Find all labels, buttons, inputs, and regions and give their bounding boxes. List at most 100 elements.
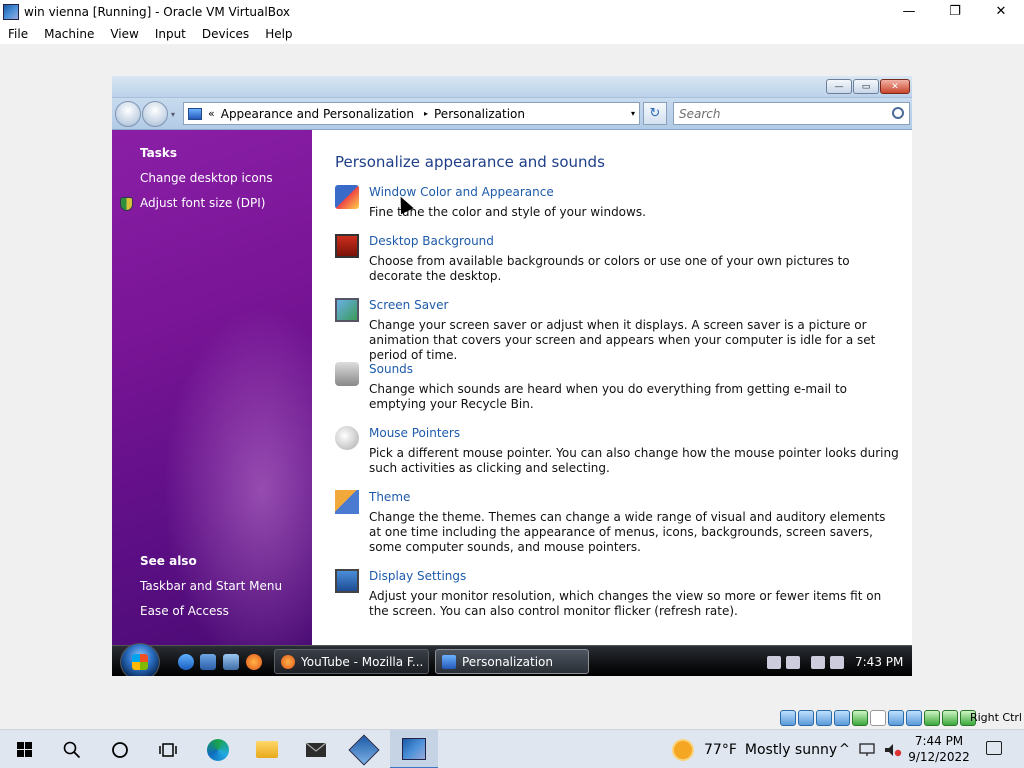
mouse-integration-status-icon[interactable] [942,710,958,726]
volume-muted-icon[interactable] [884,743,902,757]
search-icon [63,741,81,758]
menu-file[interactable]: File [0,27,36,41]
menu-help[interactable]: Help [257,27,300,41]
menu-view[interactable]: View [102,27,146,41]
adjust-font-size-link[interactable]: Adjust font size (DPI) [140,196,265,210]
internet-explorer-icon[interactable] [178,654,194,670]
safely-remove-hardware-icon[interactable] [767,655,781,669]
list-item-theme: Theme Change the theme. Themes can chang… [335,490,900,558]
optical-drive-status-icon[interactable] [798,710,814,726]
see-also-heading: See also [140,554,197,568]
virtualbox-icon [348,733,380,766]
task-view-button[interactable] [144,730,192,768]
menu-input[interactable]: Input [147,27,194,41]
refresh-button[interactable]: ↻ [643,102,667,125]
show-desktop-icon[interactable] [200,654,216,670]
screen-saver-link[interactable]: Screen Saver [369,298,448,312]
recording-status-icon[interactable] [906,710,922,726]
volume-icon[interactable] [830,655,844,669]
windows-defender-icon[interactable] [786,655,800,669]
theme-link[interactable]: Theme [369,490,410,504]
network-icon[interactable] [811,655,825,669]
breadcrumb-separator-icon[interactable]: ▸ [424,109,428,118]
address-bar[interactable]: « Appearance and Personalization ▸ Perso… [183,102,640,125]
weather-description: Mostly sunny [744,741,838,758]
theme-icon[interactable] [335,490,359,514]
screen-saver-icon[interactable] [335,298,359,322]
search-button[interactable] [48,730,96,768]
guest-window-titlebar[interactable]: — ▭ ✕ [112,76,912,98]
cpu-status-icon[interactable] [924,710,940,726]
taskbar-and-start-menu-link[interactable]: Taskbar and Start Menu [140,579,282,593]
guest-screen[interactable]: — ▭ ✕ ▾ « Appearance and Personalization… [112,76,912,676]
network-icon[interactable] [858,742,876,757]
item-description: Change which sounds are heard when you d… [369,382,847,411]
firefox-icon[interactable] [246,654,262,670]
sounds-icon[interactable] [335,362,359,386]
taskbar-virtualbox-vm[interactable] [390,730,438,768]
mail-icon [305,742,327,757]
control-panel-icon [188,107,202,120]
list-item-desktop-background: Desktop Background Choose from available… [335,234,900,286]
hard-disk-status-icon[interactable] [780,710,796,726]
cortana-button[interactable] [96,730,144,768]
network-status-icon[interactable] [834,710,850,726]
show-hidden-icons-icon[interactable]: ^ [839,742,850,757]
recent-pages-dropdown-icon[interactable]: ▾ [171,110,175,119]
address-dropdown-icon[interactable]: ▾ [631,109,635,118]
guest-maximize-button[interactable]: ▭ [853,79,879,94]
window-color-icon[interactable] [335,185,359,209]
taskbar-personalization[interactable]: Personalization [435,649,589,674]
taskbar-file-explorer[interactable] [243,730,291,768]
menu-devices[interactable]: Devices [194,27,257,41]
weather-sun-icon [674,740,692,759]
search-icon[interactable] [892,107,904,119]
mouse-pointers-link[interactable]: Mouse Pointers [369,426,460,440]
host-minimize-button[interactable]: — [886,0,932,23]
windows-clock[interactable]: 7:44 PM 9/12/2022 [906,733,972,765]
weather-temperature: 77°F [704,741,737,758]
start-orb-button[interactable] [120,643,160,676]
display-status-icon[interactable] [888,710,904,726]
taskbar-edge[interactable] [194,730,242,768]
search-input[interactable]: Search [673,102,910,125]
vista-clock[interactable]: 7:43 PM [855,655,903,669]
change-desktop-icons-link[interactable]: Change desktop icons [140,171,273,185]
taskbar-mail[interactable] [292,730,340,768]
display-settings-link[interactable]: Display Settings [369,569,466,583]
start-button[interactable] [0,730,48,768]
desktop-background-icon[interactable] [335,234,359,258]
action-center-icon[interactable] [986,741,1002,755]
window-color-link[interactable]: Window Color and Appearance [369,185,554,199]
breadcrumb-appearance-and-personalization[interactable]: Appearance and Personalization [221,107,414,121]
page-title: Personalize appearance and sounds [335,153,605,171]
taskbar-youtube-firefox[interactable]: YouTube - Mozilla F... [274,649,429,674]
host-maximize-button[interactable]: ❐ [932,0,978,23]
host-close-button[interactable]: ✕ [978,0,1024,23]
usb-status-icon[interactable] [852,710,868,726]
task-label: Personalization [462,654,553,669]
taskbar-virtualbox-manager[interactable] [340,730,388,768]
virtualbox-statusbar: Right Ctrl [0,707,1024,729]
audio-status-icon[interactable] [816,710,832,726]
host-titlebar: win vienna [Running] - Oracle VM Virtual… [0,0,1024,23]
vm-window-icon [402,737,426,760]
address-overflow-chevron[interactable]: « [208,107,215,120]
tasks-heading: Tasks [140,146,178,160]
guest-close-button[interactable]: ✕ [880,79,910,94]
display-settings-icon[interactable] [335,569,359,593]
menu-machine[interactable]: Machine [36,27,102,41]
shared-folders-status-icon[interactable] [870,710,886,726]
windows-taskbar: 77°F Mostly sunny ^ 7:44 PM 9/12/2022 [0,729,1024,768]
guest-minimize-button[interactable]: — [826,79,852,94]
forward-button[interactable] [142,101,168,127]
sounds-link[interactable]: Sounds [369,362,413,376]
uac-shield-icon [120,197,133,211]
switch-windows-icon[interactable] [223,654,239,670]
back-button[interactable] [115,101,141,127]
mouse-pointer-icon[interactable] [335,426,359,450]
weather-widget[interactable]: 77°F Mostly sunny [674,730,837,768]
breadcrumb-personalization[interactable]: Personalization [434,107,525,121]
ease-of-access-link[interactable]: Ease of Access [140,604,229,618]
desktop-background-link[interactable]: Desktop Background [369,234,494,248]
